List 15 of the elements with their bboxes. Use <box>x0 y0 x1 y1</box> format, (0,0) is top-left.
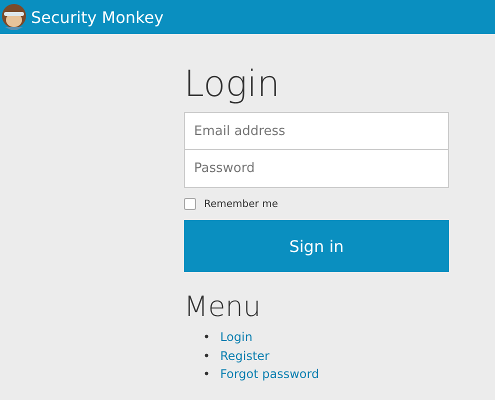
menu-link[interactable]: Forgot password <box>220 365 320 384</box>
menu-link[interactable]: Register <box>220 346 270 365</box>
bullet: • <box>203 366 210 383</box>
app-title: Security Monkey <box>31 8 164 26</box>
sign-in-button[interactable]: Sign in <box>184 220 449 272</box>
remember-label: Remember me <box>204 198 278 210</box>
logo-icon <box>1 3 27 31</box>
email-field[interactable]: Email address <box>184 112 449 150</box>
bullet: • <box>203 348 210 364</box>
password-field[interactable]: Password <box>184 150 449 188</box>
login-heading: Login <box>184 63 281 107</box>
bullet: • <box>203 329 210 346</box>
menu-link[interactable]: Login <box>220 328 252 346</box>
remember-checkbox[interactable] <box>184 198 196 210</box>
menu-heading: Menu <box>184 290 262 324</box>
